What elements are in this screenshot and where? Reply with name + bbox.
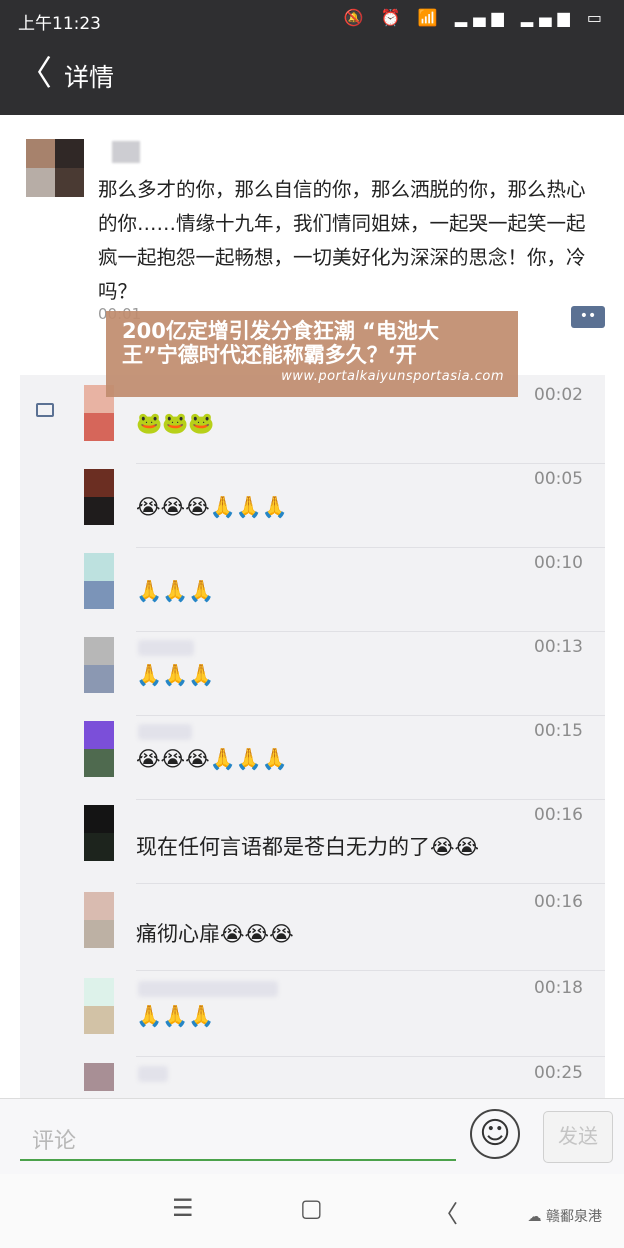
page-title: 详情 xyxy=(64,63,115,92)
comment-text: 😭😭😭🙏🙏🙏 xyxy=(136,747,289,771)
status-bar: 上午11:23 🔕 ⏰ 📶 ▂▄▆ ▂▄▆ ▭ xyxy=(0,0,624,36)
comment-text: 🙏🙏🙏 xyxy=(136,663,215,687)
avatar-bottom xyxy=(84,1091,114,1098)
comment-time: 00:16 xyxy=(534,805,583,825)
avatar-bottom xyxy=(84,920,114,948)
system-nav-bar: ☰ ▢ 〈 ☁ 赣鄱泉港 xyxy=(0,1174,624,1248)
comment-author-name[interactable] xyxy=(138,1066,168,1082)
avatar-top xyxy=(84,721,114,749)
comment-author-name[interactable] xyxy=(138,640,194,656)
comment-icon xyxy=(36,403,54,417)
avatar-top xyxy=(84,978,114,1006)
overlay-url: www.portalkaiyunsportasia.com xyxy=(281,369,504,384)
comment-time: 00:16 xyxy=(534,892,583,912)
home-icon[interactable]: ▢ xyxy=(300,1194,323,1222)
overlay-banner: 200亿定增引发分食狂潮 “电池大 王”宁德时代还能称霸多久？‘开 www.po… xyxy=(106,311,518,397)
comment-avatar[interactable] xyxy=(84,892,114,948)
post-author-avatar[interactable] xyxy=(26,139,84,197)
comment-avatar[interactable] xyxy=(84,805,114,861)
avatar-top xyxy=(84,637,114,665)
avatar-top xyxy=(84,892,114,920)
comment-avatar[interactable] xyxy=(84,1063,114,1098)
comment-text: 痛彻心扉😭😭😭 xyxy=(136,922,294,946)
avatar-bottom xyxy=(84,665,114,693)
avatar-bottom xyxy=(84,581,114,609)
nav-back-icon[interactable]: 〈 xyxy=(434,1194,458,1229)
comment-time: 00:10 xyxy=(534,553,583,573)
comment-author-name[interactable] xyxy=(138,981,278,997)
comment-time: 00:13 xyxy=(534,637,583,657)
status-time: 上午11:23 xyxy=(18,14,101,34)
comment-text: 🙏🙏🙏 xyxy=(136,579,215,603)
comment-time: 00:02 xyxy=(534,385,583,405)
emoji-icon[interactable]: ☺ xyxy=(470,1109,520,1159)
brand-watermark: ☁ 赣鄱泉港 xyxy=(527,1209,602,1225)
comment-avatar[interactable] xyxy=(84,978,114,1034)
comment-avatar[interactable] xyxy=(84,553,114,609)
avatar-bottom xyxy=(84,1006,114,1034)
avatar-top xyxy=(84,1063,114,1091)
status-icons: 🔕 ⏰ 📶 ▂▄▆ ▂▄▆ ▭ xyxy=(343,8,608,27)
comment-time: 00:05 xyxy=(534,469,583,489)
comment-composer: 评论 ☺ 发送 xyxy=(0,1098,624,1175)
post-author-name[interactable] xyxy=(112,141,140,163)
comment-divider xyxy=(136,547,605,548)
comment-avatar[interactable] xyxy=(84,469,114,525)
comment-time: 00:18 xyxy=(534,978,583,998)
comment-text: 🐸🐸🐸 xyxy=(136,411,215,435)
avatar-bottom xyxy=(84,497,114,525)
comment-avatar[interactable] xyxy=(84,721,114,777)
comment-avatar[interactable] xyxy=(84,637,114,693)
comment-author-name[interactable] xyxy=(138,724,192,740)
comment-divider xyxy=(136,463,605,464)
comment-text: 现在任何言语都是苍白无力的了😭😭 xyxy=(136,835,480,859)
comment-divider xyxy=(136,1056,605,1057)
avatar-top xyxy=(84,553,114,581)
comment-list: 00:02 🐸🐸🐸 00:05 😭😭😭🙏🙏🙏 00:10 🙏🙏🙏 00:13 🙏🙏🙏 00:15… xyxy=(20,375,605,1098)
comment-divider xyxy=(136,883,605,884)
app-bar: 〈 详情 xyxy=(0,36,624,115)
comment-text: 😭😭😭🙏🙏🙏 xyxy=(136,495,289,519)
comment-time: 00:15 xyxy=(534,721,583,741)
menu-icon[interactable]: ☰ xyxy=(172,1194,194,1222)
avatar-top xyxy=(84,469,114,497)
overlay-headline-line1: 200亿定增引发分食狂潮 “电池大 xyxy=(122,319,439,343)
comment-divider xyxy=(136,715,605,716)
avatar-bottom xyxy=(84,833,114,861)
back-button[interactable]: 〈 xyxy=(18,54,52,94)
avatar-bottom xyxy=(84,413,114,441)
avatar-bottom xyxy=(84,749,114,777)
comment-text: 🙏🙏🙏 xyxy=(136,1004,215,1028)
comment-action-button[interactable]: •• xyxy=(571,306,605,328)
comment-input[interactable]: 评论 xyxy=(20,1109,456,1161)
send-button[interactable]: 发送 xyxy=(543,1111,613,1163)
comment-divider xyxy=(136,799,605,800)
comment-time: 00:25 xyxy=(534,1063,583,1083)
overlay-headline-line2: 王”宁德时代还能称霸多久？‘开 xyxy=(122,343,417,367)
comment-divider xyxy=(136,631,605,632)
comment-divider xyxy=(136,970,605,971)
avatar-top xyxy=(84,805,114,833)
post-text: 那么多才的你，那么自信的你，那么洒脱的你，那么热心的你……情缘十九年，我们情同姐… xyxy=(98,178,586,303)
post-detail: 那么多才的你，那么自信的你，那么洒脱的你，那么热心的你……情缘十九年，我们情同姐… xyxy=(0,115,624,1098)
